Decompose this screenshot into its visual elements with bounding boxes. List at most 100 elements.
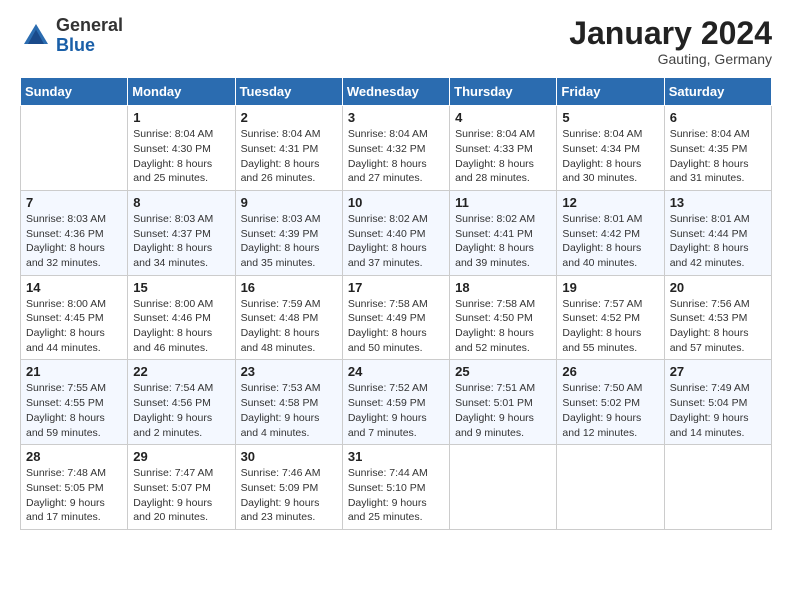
calendar-cell: [664, 445, 771, 530]
calendar-week-row: 7 Sunrise: 8:03 AM Sunset: 4:36 PM Daylig…: [21, 190, 772, 275]
day-number: 4: [455, 110, 551, 125]
day-info: Sunrise: 8:04 AM Sunset: 4:31 PM Dayligh…: [241, 127, 337, 186]
logo-icon: [20, 20, 52, 52]
day-number: 12: [562, 195, 658, 210]
calendar-header-row: SundayMondayTuesdayWednesdayThursdayFrid…: [21, 78, 772, 106]
column-header-sunday: Sunday: [21, 78, 128, 106]
calendar-week-row: 21Sunrise: 7:55 AM Sunset: 4:55 PM Dayli…: [21, 360, 772, 445]
day-number: 7: [26, 195, 122, 210]
calendar-week-row: 14 Sunrise: 8:00 AM Sunset: 4:45 PM Dayli…: [21, 275, 772, 360]
calendar-cell: 28 Sunrise: 7:48 AM Sunset: 5:05 PM Dayli…: [21, 445, 128, 530]
day-number: 2: [241, 110, 337, 125]
day-info: Sunrise: 8:03 AM Sunset: 4:39 PM Dayligh…: [241, 212, 337, 271]
day-info: Sunrise: 7:48 AM Sunset: 5:05 PM Dayligh…: [26, 466, 122, 525]
calendar-cell: 18 Sunrise: 7:58 AM Sunset: 4:50 PM Dayli…: [450, 275, 557, 360]
calendar-cell: 14 Sunrise: 8:00 AM Sunset: 4:45 PM Dayli…: [21, 275, 128, 360]
title-block: January 2024 Gauting, Germany: [569, 16, 772, 67]
calendar-cell: 16 Sunrise: 7:59 AM Sunset: 4:48 PM Dayli…: [235, 275, 342, 360]
calendar-cell: 9Sunrise: 8:03 AM Sunset: 4:39 PM Daylig…: [235, 190, 342, 275]
day-info: Sunrise: 7:52 AM Sunset: 4:59 PM Dayligh…: [348, 381, 444, 440]
day-info: Sunrise: 8:02 AM Sunset: 4:41 PM Dayligh…: [455, 212, 551, 271]
day-info: Sunrise: 7:58 AM Sunset: 4:49 PM Dayligh…: [348, 297, 444, 356]
day-info: Sunrise: 8:03 AM Sunset: 4:37 PM Dayligh…: [133, 212, 229, 271]
calendar-cell: 12 Sunrise: 8:01 AM Sunset: 4:42 PM Dayli…: [557, 190, 664, 275]
calendar-cell: 7 Sunrise: 8:03 AM Sunset: 4:36 PM Daylig…: [21, 190, 128, 275]
month-title: January 2024: [569, 16, 772, 51]
column-header-thursday: Thursday: [450, 78, 557, 106]
calendar-cell: [557, 445, 664, 530]
day-info: Sunrise: 7:47 AM Sunset: 5:07 PM Dayligh…: [133, 466, 229, 525]
day-number: 21: [26, 364, 122, 379]
calendar-cell: 30 Sunrise: 7:46 AM Sunset: 5:09 PM Dayli…: [235, 445, 342, 530]
day-number: 27: [670, 364, 766, 379]
day-info: Sunrise: 7:49 AM Sunset: 5:04 PM Dayligh…: [670, 381, 766, 440]
calendar-cell: 31Sunrise: 7:44 AM Sunset: 5:10 PM Dayli…: [342, 445, 449, 530]
day-number: 11: [455, 195, 551, 210]
calendar-cell: 27 Sunrise: 7:49 AM Sunset: 5:04 PM Dayli…: [664, 360, 771, 445]
day-info: Sunrise: 8:04 AM Sunset: 4:34 PM Dayligh…: [562, 127, 658, 186]
calendar-cell: 5 Sunrise: 8:04 AM Sunset: 4:34 PM Daylig…: [557, 106, 664, 191]
day-info: Sunrise: 8:02 AM Sunset: 4:40 PM Dayligh…: [348, 212, 444, 271]
calendar-cell: 29 Sunrise: 7:47 AM Sunset: 5:07 PM Dayli…: [128, 445, 235, 530]
day-info: Sunrise: 7:57 AM Sunset: 4:52 PM Dayligh…: [562, 297, 658, 356]
calendar-cell: 23 Sunrise: 7:53 AM Sunset: 4:58 PM Dayli…: [235, 360, 342, 445]
column-header-wednesday: Wednesday: [342, 78, 449, 106]
day-info: Sunrise: 8:00 AM Sunset: 4:45 PM Dayligh…: [26, 297, 122, 356]
day-number: 29: [133, 449, 229, 464]
day-number: 30: [241, 449, 337, 464]
day-number: 24: [348, 364, 444, 379]
day-info: Sunrise: 7:59 AM Sunset: 4:48 PM Dayligh…: [241, 297, 337, 356]
day-info: Sunrise: 8:04 AM Sunset: 4:32 PM Dayligh…: [348, 127, 444, 186]
calendar-cell: 6 Sunrise: 8:04 AM Sunset: 4:35 PM Daylig…: [664, 106, 771, 191]
calendar-cell: 1Sunrise: 8:04 AM Sunset: 4:30 PM Daylig…: [128, 106, 235, 191]
calendar-cell: 10 Sunrise: 8:02 AM Sunset: 4:40 PM Dayli…: [342, 190, 449, 275]
day-number: 10: [348, 195, 444, 210]
calendar-cell: 15Sunrise: 8:00 AM Sunset: 4:46 PM Dayli…: [128, 275, 235, 360]
day-info: Sunrise: 7:46 AM Sunset: 5:09 PM Dayligh…: [241, 466, 337, 525]
calendar-cell: 25 Sunrise: 7:51 AM Sunset: 5:01 PM Dayli…: [450, 360, 557, 445]
day-number: 25: [455, 364, 551, 379]
day-info: Sunrise: 8:00 AM Sunset: 4:46 PM Dayligh…: [133, 297, 229, 356]
day-number: 19: [562, 280, 658, 295]
calendar-cell: 20Sunrise: 7:56 AM Sunset: 4:53 PM Dayli…: [664, 275, 771, 360]
column-header-tuesday: Tuesday: [235, 78, 342, 106]
calendar-cell: 21Sunrise: 7:55 AM Sunset: 4:55 PM Dayli…: [21, 360, 128, 445]
day-info: Sunrise: 8:01 AM Sunset: 4:42 PM Dayligh…: [562, 212, 658, 271]
calendar-cell: 8Sunrise: 8:03 AM Sunset: 4:37 PM Daylig…: [128, 190, 235, 275]
calendar-cell: 11 Sunrise: 8:02 AM Sunset: 4:41 PM Dayli…: [450, 190, 557, 275]
column-header-friday: Friday: [557, 78, 664, 106]
calendar-cell: 22 Sunrise: 7:54 AM Sunset: 4:56 PM Dayli…: [128, 360, 235, 445]
day-number: 31: [348, 449, 444, 464]
day-number: 20: [670, 280, 766, 295]
day-number: 6: [670, 110, 766, 125]
day-number: 22: [133, 364, 229, 379]
column-header-saturday: Saturday: [664, 78, 771, 106]
calendar-week-row: 28 Sunrise: 7:48 AM Sunset: 5:05 PM Dayli…: [21, 445, 772, 530]
day-info: Sunrise: 8:04 AM Sunset: 4:35 PM Dayligh…: [670, 127, 766, 186]
day-number: 26: [562, 364, 658, 379]
day-number: 23: [241, 364, 337, 379]
day-number: 16: [241, 280, 337, 295]
day-number: 13: [670, 195, 766, 210]
day-info: Sunrise: 8:01 AM Sunset: 4:44 PM Dayligh…: [670, 212, 766, 271]
day-number: 18: [455, 280, 551, 295]
day-number: 14: [26, 280, 122, 295]
calendar-cell: 26Sunrise: 7:50 AM Sunset: 5:02 PM Dayli…: [557, 360, 664, 445]
day-number: 28: [26, 449, 122, 464]
calendar-cell: 24 Sunrise: 7:52 AM Sunset: 4:59 PM Dayli…: [342, 360, 449, 445]
calendar-cell: [21, 106, 128, 191]
day-info: Sunrise: 7:51 AM Sunset: 5:01 PM Dayligh…: [455, 381, 551, 440]
day-number: 5: [562, 110, 658, 125]
day-info: Sunrise: 8:03 AM Sunset: 4:36 PM Dayligh…: [26, 212, 122, 271]
day-info: Sunrise: 7:54 AM Sunset: 4:56 PM Dayligh…: [133, 381, 229, 440]
calendar-week-row: 1Sunrise: 8:04 AM Sunset: 4:30 PM Daylig…: [21, 106, 772, 191]
location-subtitle: Gauting, Germany: [569, 51, 772, 67]
calendar-cell: [450, 445, 557, 530]
day-info: Sunrise: 7:58 AM Sunset: 4:50 PM Dayligh…: [455, 297, 551, 356]
column-header-monday: Monday: [128, 78, 235, 106]
page-header: General Blue January 2024 Gauting, Germa…: [20, 16, 772, 67]
day-info: Sunrise: 7:53 AM Sunset: 4:58 PM Dayligh…: [241, 381, 337, 440]
logo-text: General Blue: [56, 16, 123, 56]
day-info: Sunrise: 8:04 AM Sunset: 4:33 PM Dayligh…: [455, 127, 551, 186]
calendar-cell: 4 Sunrise: 8:04 AM Sunset: 4:33 PM Daylig…: [450, 106, 557, 191]
